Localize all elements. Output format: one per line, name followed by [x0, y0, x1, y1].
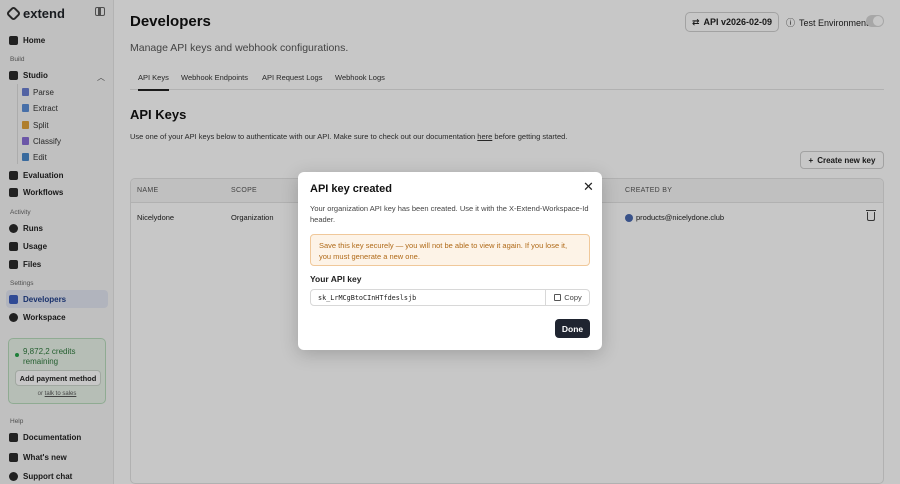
dialog-title: API key created [310, 183, 392, 195]
copy-label: Copy [564, 293, 582, 302]
close-icon[interactable]: ✕ [583, 179, 594, 195]
warning-callout: Save this key securely — you will not be… [310, 234, 590, 266]
api-key-field[interactable]: sk_LrMCgBtoCInHTfdeslsjb Copy [310, 289, 590, 306]
api-key-created-dialog: API key created ✕ Your organization API … [298, 172, 602, 350]
done-button[interactable]: Done [555, 319, 590, 338]
api-key-value[interactable]: sk_LrMCgBtoCInHTfdeslsjb [318, 294, 416, 302]
dialog-description: Your organization API key has been creat… [310, 204, 589, 224]
api-key-label: Your API key [310, 274, 362, 284]
copy-icon [554, 294, 562, 301]
copy-button[interactable]: Copy [545, 290, 590, 305]
